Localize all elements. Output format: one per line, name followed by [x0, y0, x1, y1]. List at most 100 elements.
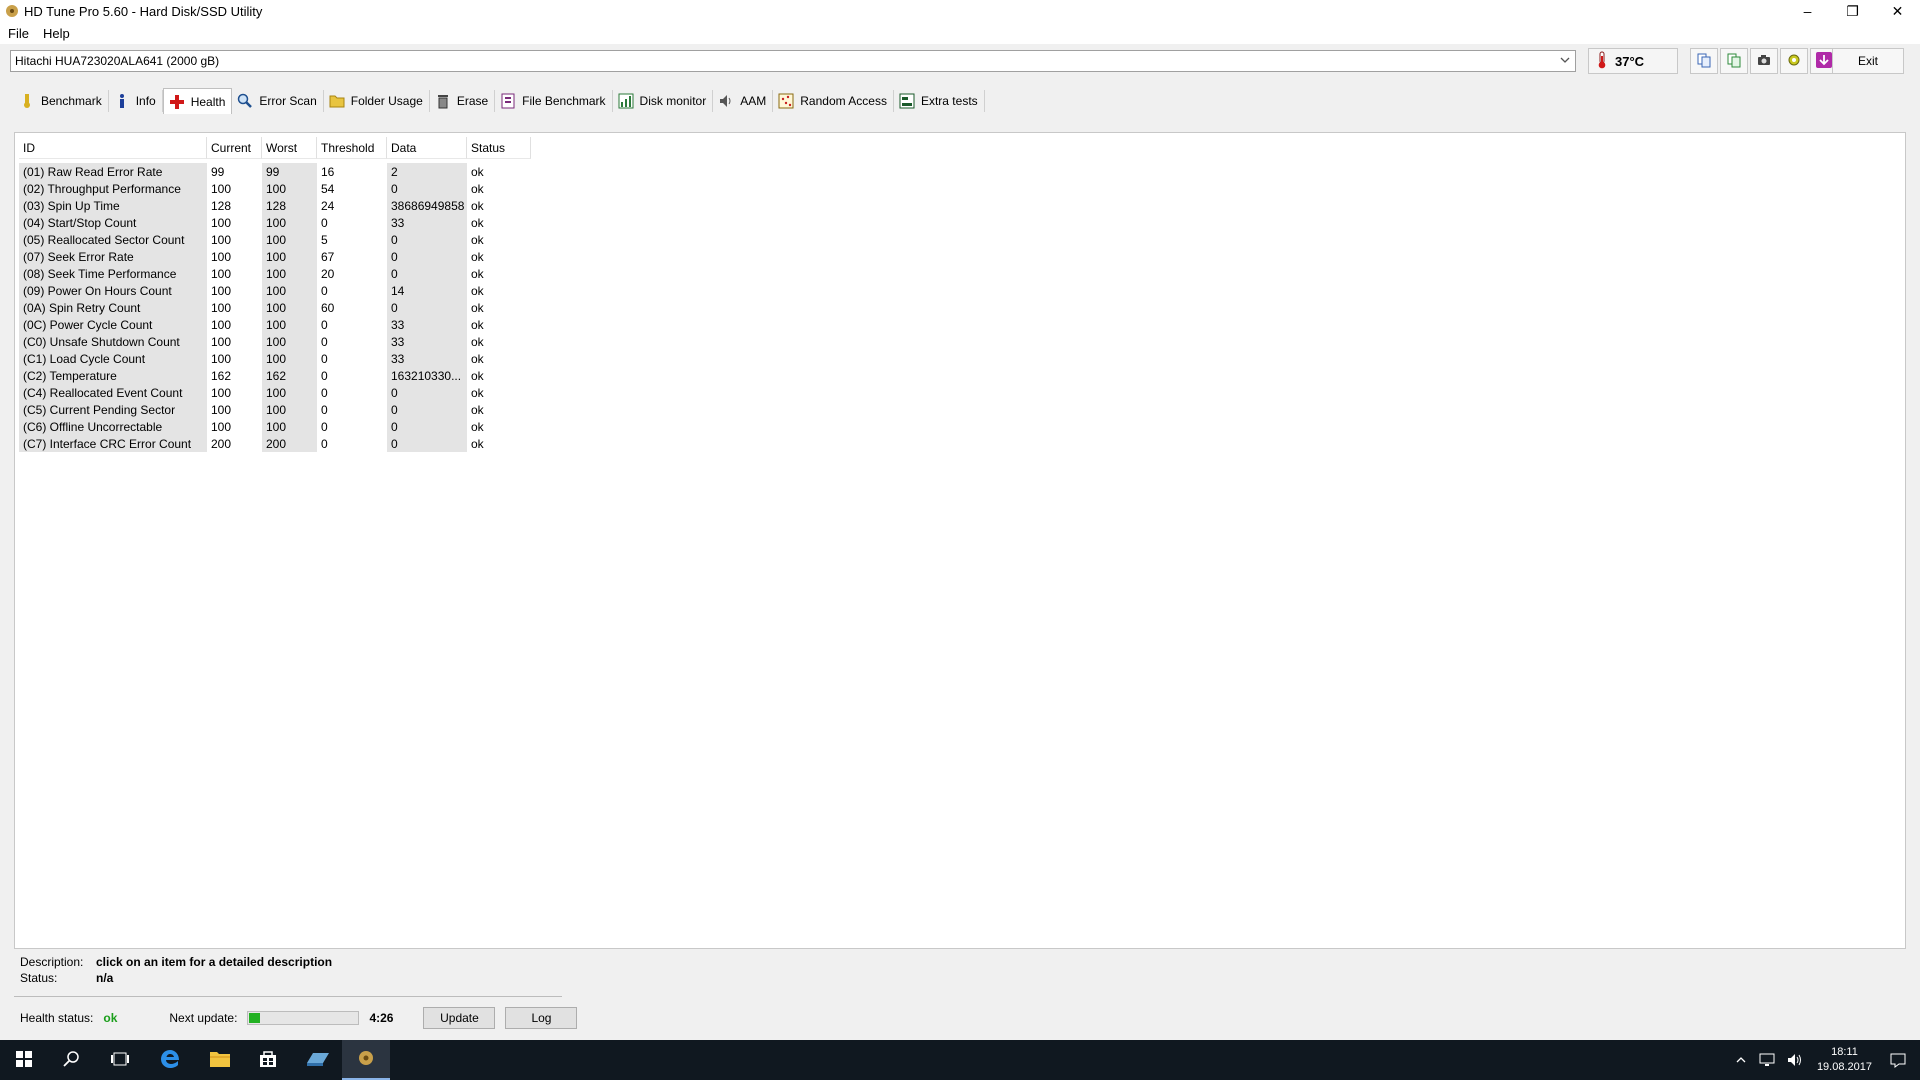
- copy-text-button[interactable]: [1690, 48, 1718, 74]
- options-button[interactable]: [1780, 48, 1808, 74]
- cell-threshold: 54: [321, 181, 335, 196]
- window-title: HD Tune Pro 5.60 - Hard Disk/SSD Utility: [24, 3, 263, 19]
- search-button[interactable]: [48, 1040, 96, 1080]
- table-row[interactable]: (C4) Reallocated Event Count 100 100 0 0 ok: [19, 384, 531, 401]
- cell-threshold: 16: [321, 164, 335, 179]
- wrench-icon: [1786, 52, 1802, 71]
- tab-erase[interactable]: Erase: [430, 90, 496, 112]
- error-scan-icon: [236, 92, 254, 110]
- table-row[interactable]: (C0) Unsafe Shutdown Count 100 100 0 33 ok: [19, 333, 531, 350]
- cell-data: 2: [387, 163, 467, 180]
- table-row[interactable]: (0C) Power Cycle Count 100 100 0 33 ok: [19, 316, 531, 333]
- taskbar-hdtune[interactable]: [342, 1040, 390, 1080]
- extra-tests-icon: [898, 92, 916, 110]
- cell-status: ok: [471, 198, 484, 213]
- copy-image-button[interactable]: [1720, 48, 1748, 74]
- table-row[interactable]: (08) Seek Time Performance 100 100 20 0 ok: [19, 265, 531, 282]
- table-row[interactable]: (0A) Spin Retry Count 100 100 60 0 ok: [19, 299, 531, 316]
- cell-id: (C2) Temperature: [19, 367, 207, 384]
- log-button[interactable]: Log: [505, 1007, 578, 1029]
- taskbar-app[interactable]: [294, 1040, 342, 1080]
- table-row[interactable]: (01) Raw Read Error Rate 99 99 16 2 ok: [19, 163, 531, 180]
- minimize-button[interactable]: –: [1785, 0, 1830, 22]
- clock[interactable]: 18:11 19.08.2017: [1817, 1045, 1872, 1075]
- cell-current: 100: [211, 419, 232, 434]
- tab-label: Health: [190, 94, 226, 109]
- network-icon[interactable]: [1759, 1053, 1775, 1067]
- tab-file-benchmark[interactable]: File Benchmark: [495, 90, 613, 112]
- random-access-icon: [777, 92, 795, 110]
- table-row[interactable]: (C6) Offline Uncorrectable 100 100 0 0 ok: [19, 418, 531, 435]
- header-current[interactable]: Current: [207, 137, 262, 159]
- header-status[interactable]: Status: [467, 137, 531, 159]
- taskbar-file-explorer[interactable]: [196, 1040, 244, 1080]
- cell-worst: 162: [262, 367, 317, 384]
- tab-disk-monitor[interactable]: Disk monitor: [613, 90, 714, 112]
- disk-monitor-icon: [617, 92, 635, 110]
- menu-help[interactable]: Help: [43, 26, 70, 41]
- cell-threshold: 0: [321, 385, 328, 400]
- tab-health[interactable]: Health: [162, 88, 233, 114]
- tab-folder-usage[interactable]: Folder Usage: [324, 90, 430, 112]
- cell-status: ok: [471, 368, 484, 383]
- close-button[interactable]: ✕: [1875, 0, 1920, 22]
- description-line: Description: click on an item for a deta…: [20, 955, 332, 969]
- cell-current: 100: [211, 232, 232, 247]
- cell-id: (02) Throughput Performance: [19, 180, 207, 197]
- tab-bar: Benchmark Info Health Error Scan Folder …: [14, 88, 985, 114]
- header-id[interactable]: ID: [19, 137, 207, 159]
- tab-error-scan[interactable]: Error Scan: [232, 90, 324, 112]
- table-row[interactable]: (C5) Current Pending Sector 100 100 0 0 ok: [19, 401, 531, 418]
- cell-worst: 200: [262, 435, 317, 452]
- tab-extra-tests[interactable]: Extra tests: [894, 90, 985, 112]
- volume-icon[interactable]: [1787, 1053, 1803, 1067]
- tab-label: Disk monitor: [639, 94, 707, 108]
- tab-label: Extra tests: [920, 94, 978, 108]
- info-icon: [113, 92, 131, 110]
- tab-info[interactable]: Info: [109, 90, 163, 112]
- table-row[interactable]: (03) Spin Up Time 128 128 24 38686949858 ok: [19, 197, 531, 214]
- chevron-up-icon[interactable]: [1735, 1054, 1747, 1066]
- drive-select[interactable]: Hitachi HUA723020ALA641 (2000 gB): [10, 50, 1576, 72]
- next-update-label: Next update:: [169, 1011, 238, 1025]
- header-threshold[interactable]: Threshold: [317, 137, 387, 159]
- tab-label: File Benchmark: [522, 94, 606, 108]
- start-button[interactable]: [0, 1040, 48, 1080]
- app-icon: [4, 3, 20, 19]
- header-data[interactable]: Data: [387, 137, 467, 159]
- cell-status: ok: [471, 300, 484, 315]
- table-row[interactable]: (C7) Interface CRC Error Count 200 200 0 0 ok: [19, 435, 531, 452]
- tab-benchmark[interactable]: Benchmark: [14, 90, 109, 112]
- table-row[interactable]: (04) Start/Stop Count 100 100 0 33 ok: [19, 214, 531, 231]
- cell-status: ok: [471, 419, 484, 434]
- file-explorer-icon: [209, 1050, 231, 1071]
- table-row[interactable]: (05) Reallocated Sector Count 100 100 5 0 ok: [19, 231, 531, 248]
- restore-button[interactable]: ❐: [1830, 0, 1875, 22]
- exit-button[interactable]: Exit: [1832, 48, 1904, 74]
- cell-threshold: 0: [321, 351, 328, 366]
- cell-status: ok: [471, 232, 484, 247]
- table-row[interactable]: (02) Throughput Performance 100 100 54 0 ok: [19, 180, 531, 197]
- cell-current: 100: [211, 266, 232, 281]
- task-view-button[interactable]: [96, 1040, 144, 1080]
- taskbar-edge[interactable]: [146, 1040, 194, 1080]
- cell-status: ok: [471, 215, 484, 230]
- tab-aam[interactable]: AAM: [713, 90, 774, 112]
- taskbar-store[interactable]: [244, 1040, 292, 1080]
- cell-threshold: 0: [321, 283, 328, 298]
- header-worst[interactable]: Worst: [262, 137, 317, 159]
- cell-id: (03) Spin Up Time: [19, 197, 207, 214]
- screenshot-button[interactable]: [1750, 48, 1778, 74]
- cell-data: 0: [387, 401, 467, 418]
- table-row[interactable]: (C2) Temperature 162 162 0 163210330... ok: [19, 367, 531, 384]
- table-row[interactable]: (09) Power On Hours Count 100 100 0 14 ok: [19, 282, 531, 299]
- app-window-icon: [305, 1049, 331, 1072]
- menu-file[interactable]: File: [8, 26, 29, 41]
- notification-icon[interactable]: [1890, 1052, 1906, 1068]
- update-button[interactable]: Update: [423, 1007, 496, 1029]
- copy-image-icon: [1726, 52, 1742, 71]
- table-row[interactable]: (C1) Load Cycle Count 100 100 0 33 ok: [19, 350, 531, 367]
- table-row[interactable]: (07) Seek Error Rate 100 100 67 0 ok: [19, 248, 531, 265]
- erase-icon: [434, 92, 452, 110]
- tab-random-access[interactable]: Random Access: [773, 90, 894, 112]
